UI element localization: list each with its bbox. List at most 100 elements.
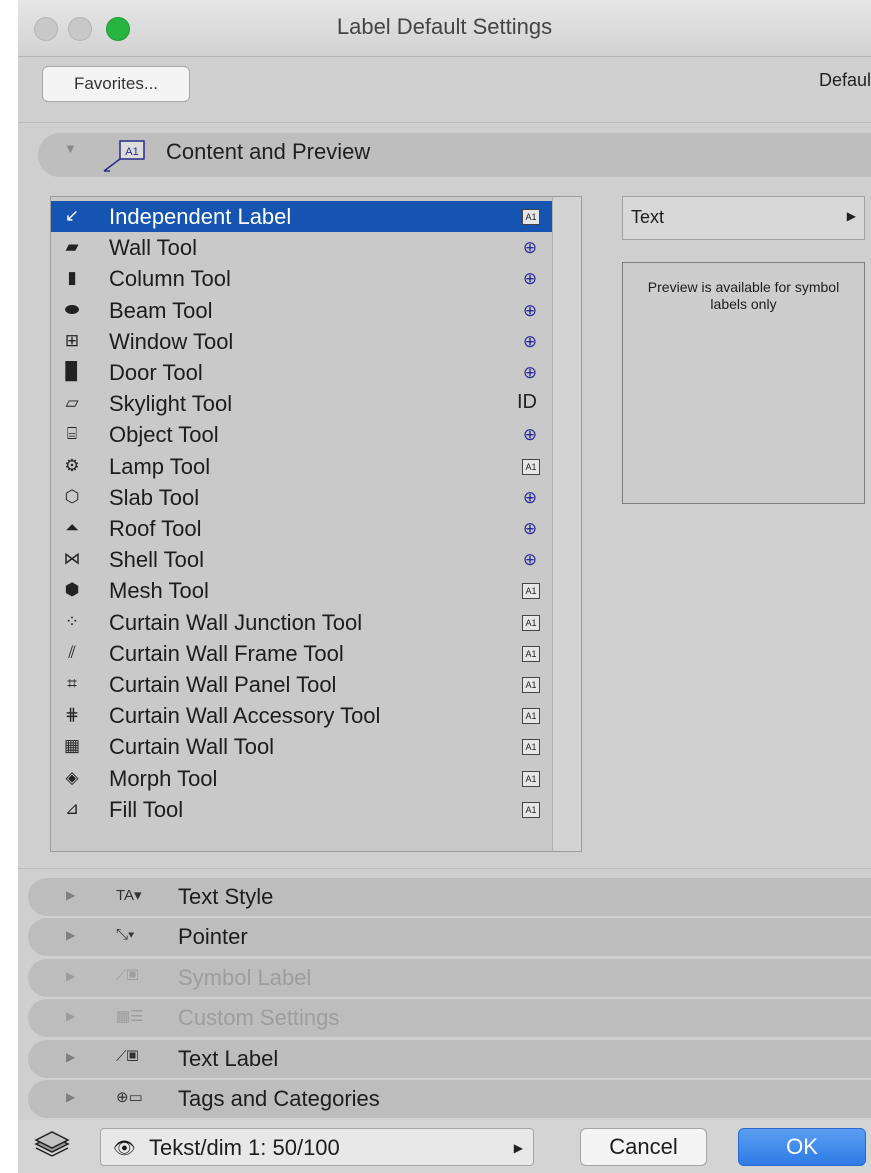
target-symbol-icon: ⊕ bbox=[522, 550, 538, 570]
panel-label: Pointer bbox=[178, 924, 248, 950]
eye-icon: 👁 bbox=[113, 1138, 136, 1158]
collapsed-triangle-icon[interactable]: ▶ bbox=[66, 1090, 75, 1104]
tool-list-item-label: Independent Label bbox=[109, 204, 292, 229]
tool-list-item-label: Curtain Wall Panel Tool bbox=[109, 672, 337, 697]
dialog-window: Label Default Settings Favorites... Defa… bbox=[18, 0, 871, 1173]
tool-list-item[interactable]: ⬢ Mesh Tool A1 bbox=[51, 575, 552, 606]
tool-list-item[interactable]: ▰ Wall Tool ⊕ bbox=[51, 232, 552, 263]
tool-list-item-label: Shell Tool bbox=[109, 547, 204, 573]
panel-label: Custom Settings bbox=[178, 1005, 340, 1031]
tool-list-item-label: Window Tool bbox=[109, 328, 234, 354]
content-preview-label: Content and Preview bbox=[166, 139, 371, 164]
panel-icon: ⤡▾ bbox=[116, 926, 135, 944]
tool-list-item[interactable]: ▮ Column Tool ⊕ bbox=[51, 263, 552, 294]
target-symbol-icon: ⊕ bbox=[522, 425, 538, 445]
layers-icon[interactable] bbox=[32, 1130, 72, 1158]
tool-list-item-label: Fill Tool bbox=[109, 796, 184, 822]
default-label: Defaul bbox=[818, 70, 871, 90]
tool-list-item[interactable]: ⌗ Curtain Wall Panel Tool A1 bbox=[51, 669, 552, 700]
collapsed-triangle-icon[interactable]: ▶ bbox=[66, 888, 75, 902]
tool-list-item-label: Lamp Tool bbox=[109, 453, 211, 479]
content-preview-panel-header[interactable]: ▼ A1 Content and Preview bbox=[38, 133, 871, 177]
window-icon: ⊞ bbox=[64, 330, 80, 350]
panel-icon: ⟋▣ bbox=[116, 966, 139, 984]
target-symbol-icon: ⊕ bbox=[522, 487, 538, 507]
tool-list-item-label: Skylight Tool bbox=[109, 391, 233, 417]
tool-list-item-label: Wall Tool bbox=[109, 235, 198, 261]
panel-header-text-label[interactable]: ▶ ⟋▣ Text Label bbox=[28, 1039, 871, 1078]
independent-label-icon: ↙ bbox=[64, 206, 80, 225]
svg-text:A1: A1 bbox=[125, 146, 138, 158]
list-scrollbar[interactable] bbox=[552, 197, 581, 851]
tool-list-item-label: Curtain Wall Tool bbox=[109, 734, 275, 760]
layer-select[interactable]: 👁 Tekst/dim 1: 50/100 ▶ bbox=[100, 1128, 534, 1166]
preview-box: Preview is available for symbol labels o… bbox=[622, 262, 865, 504]
tool-list-item-label: Curtain Wall Accessory Tool bbox=[109, 703, 381, 729]
curtain-wall-junction-icon: ⁘ bbox=[64, 611, 80, 631]
ok-button[interactable]: OK bbox=[738, 1128, 866, 1166]
tool-list-item[interactable]: ⬬ Beam Tool ⊕ bbox=[51, 295, 552, 326]
panel-header-text-style[interactable]: ▶ TA▾ Text Style bbox=[28, 878, 871, 916]
tool-list-item[interactable]: ▦ Curtain Wall Tool A1 bbox=[51, 731, 552, 762]
favorites-button[interactable]: Favorites... bbox=[42, 66, 190, 102]
collapsed-triangle-icon: ▶ bbox=[66, 1009, 76, 1024]
a1-label-icon: A1 bbox=[522, 801, 540, 818]
collapsed-triangle-icon[interactable]: ▶ bbox=[66, 1050, 75, 1064]
tool-list-item[interactable]: ⏥ Skylight Tool ID bbox=[51, 388, 552, 419]
a1-label-icon: A1 bbox=[522, 614, 540, 631]
tool-list-item-label: Door Tool bbox=[109, 360, 203, 385]
panel-label: Symbol Label bbox=[178, 964, 312, 990]
tool-list-item-label: Morph Tool bbox=[109, 765, 218, 791]
text-type-select[interactable]: Text ▶ bbox=[622, 196, 865, 240]
tool-list-item[interactable]: ◈ Morph Tool A1 bbox=[51, 763, 552, 794]
panel-header-tags-and-categories[interactable]: ▶ ⊕▭ Tags and Categories bbox=[28, 1080, 871, 1118]
shell-icon: ⋈ bbox=[63, 549, 81, 569]
layer-value: Tekst/dim 1: 50/100 bbox=[149, 1135, 340, 1160]
tool-list-item[interactable]: ⁘ Curtain Wall Junction Tool A1 bbox=[51, 607, 552, 638]
tool-list-item[interactable]: ↙ Independent Label A1 bbox=[51, 201, 552, 232]
cancel-button[interactable]: Cancel bbox=[580, 1128, 707, 1166]
tool-list-item[interactable]: ⊿ Fill Tool A1 bbox=[51, 794, 552, 825]
panel-label: Text Style bbox=[178, 884, 274, 909]
a1-label-icon: A1 bbox=[522, 209, 540, 225]
panel-icon: ⊕▭ bbox=[116, 1089, 143, 1106]
tool-list-item-label: Mesh Tool bbox=[109, 578, 209, 604]
a1-label-icon: A1 bbox=[522, 583, 540, 600]
panel-header-pointer[interactable]: ▶ ⤡▾ Pointer bbox=[28, 918, 871, 957]
lamp-icon: ⚙ bbox=[64, 455, 80, 475]
tool-list-item[interactable]: ▉ Door Tool ⊕ bbox=[51, 357, 552, 388]
collapsed-triangle-icon[interactable]: ▶ bbox=[66, 928, 75, 942]
tool-list-item[interactable]: ⫽ Curtain Wall Frame Tool A1 bbox=[51, 638, 552, 669]
tool-list-item[interactable]: ⋈ Shell Tool ⊕ bbox=[51, 544, 552, 575]
tool-list-item[interactable]: ⊞ Window Tool ⊕ bbox=[51, 326, 552, 357]
curtain-wall-frame-icon: ⫽ bbox=[68, 642, 76, 662]
tool-list-item-label: Column Tool bbox=[109, 266, 231, 292]
curtain-wall-panel-icon: ⌗ bbox=[67, 674, 77, 693]
panel-header-symbol-label: ▶ ⟋▣ Symbol Label bbox=[28, 958, 871, 997]
object-icon: ⌸ bbox=[66, 424, 78, 444]
tool-list[interactable]: ↙ Independent Label A1 ▰ Wall Tool ⊕ ▮ Column T… bbox=[50, 196, 582, 852]
target-symbol-icon: ⊕ bbox=[522, 363, 538, 382]
a1-label-icon: A1 bbox=[522, 708, 540, 725]
tool-list-item[interactable]: ⌸ Object Tool ⊕ bbox=[51, 419, 552, 450]
slab-icon: ⬡ bbox=[64, 486, 80, 506]
tool-list-item[interactable]: ⏶ Roof Tool ⊕ bbox=[51, 513, 552, 544]
curtain-wall-icon: ▦ bbox=[63, 736, 81, 756]
target-symbol-icon: ⊕ bbox=[522, 238, 538, 258]
door-icon: ▉ bbox=[65, 362, 79, 381]
fill-icon: ⊿ bbox=[64, 798, 80, 818]
tool-list-item[interactable]: ⋕ Curtain Wall Accessory Tool A1 bbox=[51, 700, 552, 731]
column-icon: ▮ bbox=[67, 268, 77, 288]
panel-icon: ⟋▣ bbox=[116, 1047, 139, 1065]
a1-label-icon: A1 bbox=[522, 645, 540, 662]
tool-list-item[interactable]: ⚙ Lamp Tool A1 bbox=[51, 451, 552, 482]
expanded-triangle-icon[interactable]: ▼ bbox=[64, 141, 77, 156]
tool-list-item-label: Curtain Wall Junction Tool bbox=[109, 609, 363, 635]
morph-icon: ◈ bbox=[65, 767, 79, 787]
tool-list-item[interactable]: ⬡ Slab Tool ⊕ bbox=[51, 482, 552, 513]
id-badge: ID bbox=[517, 391, 537, 414]
target-symbol-icon: ⊕ bbox=[522, 331, 538, 351]
panel-label: Text Label bbox=[178, 1045, 279, 1071]
target-symbol-icon: ⊕ bbox=[522, 300, 538, 320]
a1-label-icon: A1 bbox=[522, 770, 540, 787]
